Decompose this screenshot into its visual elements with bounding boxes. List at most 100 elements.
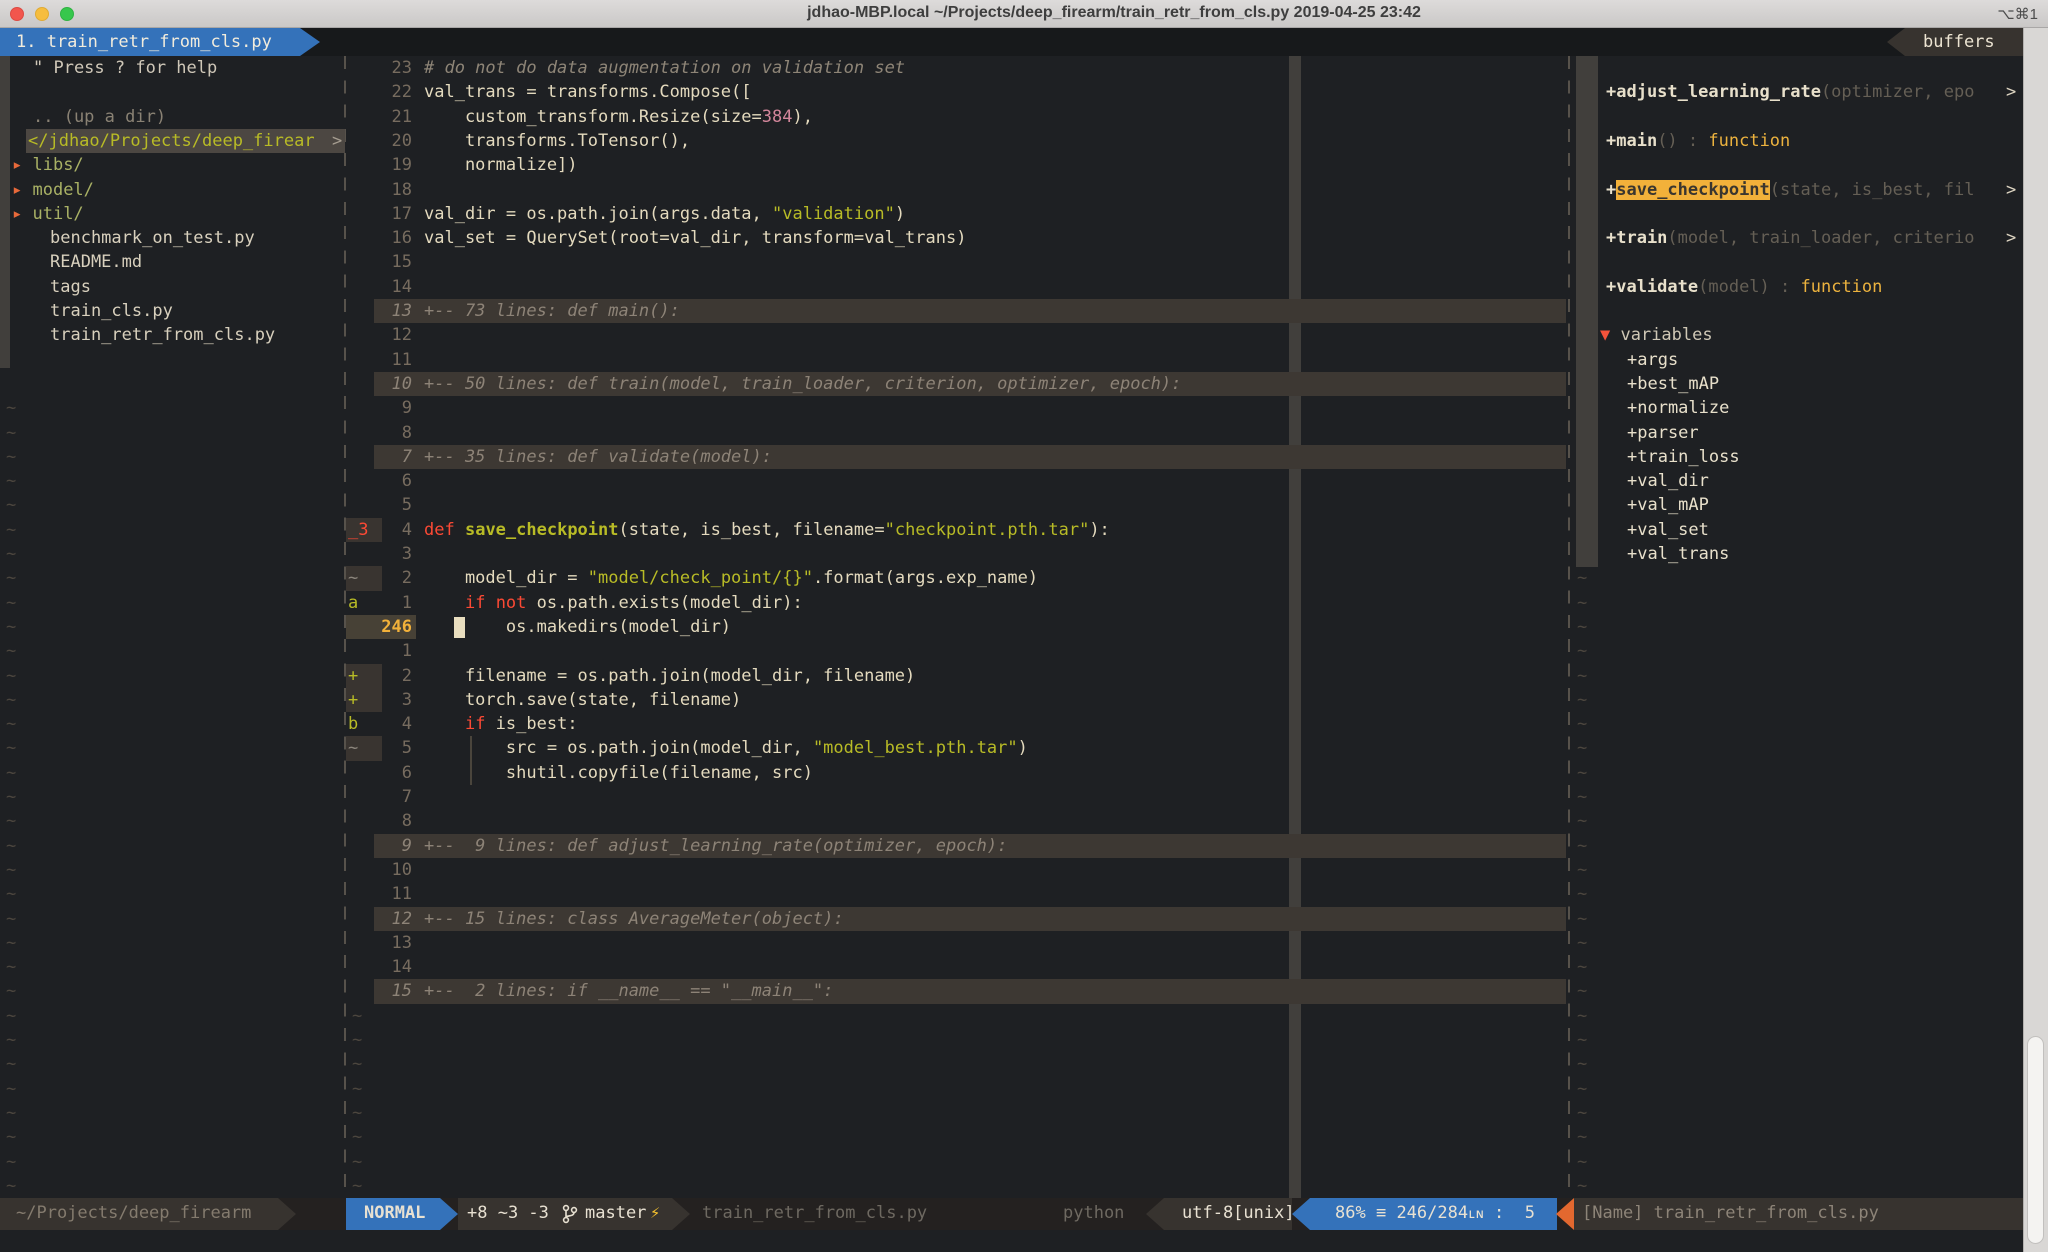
code-token: ) — [1018, 738, 1028, 758]
empty-line-tilde: ~ — [1577, 664, 1587, 688]
tagbar-tag-save_checkpoint[interactable]: +save_checkpoint(state, is_best, fil — [1606, 178, 1974, 202]
nerdtree-dir-util[interactable]: ▸ util/ — [12, 202, 84, 226]
code-token: (state, is_best, filename= — [619, 520, 885, 540]
window-separator-right[interactable] — [1568, 56, 1570, 1198]
code-token: "validation" — [772, 204, 895, 224]
empty-line-tilde: ~ — [6, 834, 16, 858]
code-line[interactable]: os.makedirs(model_dir) — [424, 615, 731, 639]
tagbar-variable-val_mAP[interactable]: +val_mAP — [1627, 493, 1709, 517]
code-line[interactable]: shutil.copyfile(filename, src) — [424, 761, 813, 785]
empty-line-tilde: ~ — [6, 1028, 16, 1052]
tagbar-variable-val_trans[interactable]: +val_trans — [1627, 542, 1729, 566]
code-line[interactable]: normalize]) — [424, 153, 578, 177]
nerdtree-file-tags[interactable]: tags — [50, 275, 91, 299]
tag-name: +validate — [1606, 277, 1698, 297]
tagbar-tag-validate[interactable]: +validate(model) : function — [1606, 275, 1882, 299]
fold-text[interactable]: +-- 35 lines: def validate(model): — [424, 445, 772, 469]
code-line[interactable]: val_set = QuerySet(root=val_dir, transfo… — [424, 226, 966, 250]
relative-line-number: 22 — [346, 80, 412, 104]
code-line[interactable]: filename = os.path.join(model_dir, filen… — [424, 664, 915, 688]
powerline-arrow-icon — [1146, 1198, 1164, 1230]
code-line[interactable]: val_trans = transforms.Compose([ — [424, 80, 752, 104]
nerdtree-file-benchmark_on_test.py[interactable]: benchmark_on_test.py — [50, 226, 255, 250]
tagbar-variable-best_mAP[interactable]: +best_mAP — [1627, 372, 1719, 396]
tagbar-variable-args[interactable]: +args — [1627, 348, 1678, 372]
empty-line-tilde: ~ — [6, 493, 16, 517]
nerdtree-file-train_cls.py[interactable]: train_cls.py — [50, 299, 173, 323]
empty-line-tilde: ~ — [1577, 1125, 1587, 1149]
relative-line-number: 3 — [346, 542, 412, 566]
code-line[interactable]: torch.save(state, filename) — [424, 688, 741, 712]
fold-line-number: 7 — [346, 445, 412, 469]
statusline-cwd: ~/Projects/deep_firearm — [16, 1201, 251, 1225]
empty-line-tilde: ~ — [6, 542, 16, 566]
fold-text[interactable]: +-- 9 lines: def adjust_learning_rate(op… — [424, 834, 1007, 858]
mode-indicator: NORMAL — [364, 1201, 425, 1225]
code-line[interactable]: def save_checkpoint(state, is_best, file… — [424, 518, 1110, 542]
empty-line-tilde: ~ — [6, 858, 16, 882]
code-line[interactable]: custom_transform.Resize(size=384), — [424, 105, 813, 129]
relative-line-number: 12 — [346, 323, 412, 347]
tagbar-tag-main[interactable]: +main() : function — [1606, 129, 1790, 153]
tagbar-variable-val_dir[interactable]: +val_dir — [1627, 469, 1709, 493]
tagbar-variable-train_loss[interactable]: +train_loss — [1627, 445, 1740, 469]
code-token: os.makedirs(model_dir) — [424, 617, 731, 637]
relative-line-number: 18 — [346, 178, 412, 202]
tagbar-variable-val_set[interactable]: +val_set — [1627, 518, 1709, 542]
fold-text[interactable]: +-- 73 lines: def main(): — [424, 299, 680, 323]
line-count-icon: ≡ — [1376, 1203, 1396, 1223]
empty-line-tilde: ~ — [6, 1077, 16, 1101]
nerdtree-up-dir[interactable]: .. (up a dir) — [33, 105, 166, 129]
code-line[interactable]: if is_best: — [424, 712, 578, 736]
nerdtree-dir-model[interactable]: ▸ model/ — [12, 178, 94, 202]
tab-label: 1. train_retr_from_cls.py — [16, 30, 272, 54]
empty-line-tilde: ~ — [1577, 712, 1587, 736]
code-token: if — [465, 593, 485, 613]
tagbar-scrollbar-thumb[interactable] — [1576, 56, 1598, 567]
macos-scrollbar-thumb[interactable] — [2027, 1036, 2044, 1244]
code-line[interactable]: transforms.ToTensor(), — [424, 129, 690, 153]
code-line[interactable]: # do not do data augmentation on validat… — [424, 56, 905, 80]
fold-text[interactable]: +-- 2 lines: if __name__ == "__main__": — [424, 979, 833, 1003]
fold-line-number: 15 — [346, 979, 412, 1003]
empty-line-tilde: ~ — [6, 1101, 16, 1125]
encoding-indicator: utf-8[unix] — [1182, 1201, 1295, 1225]
code-token: # do not do data augmentation on validat… — [424, 58, 905, 78]
empty-line-tilde: ~ — [6, 1125, 16, 1149]
empty-line-tilde: ~ — [1577, 591, 1587, 615]
code-line[interactable]: val_dir = os.path.join(args.data, "valid… — [424, 202, 905, 226]
fold-text[interactable]: +-- 15 lines: class AverageMeter(object)… — [424, 907, 844, 931]
nerdtree-file-README.md[interactable]: README.md — [50, 250, 142, 274]
empty-line-tilde: ~ — [1577, 955, 1587, 979]
tagbar-scope-variables[interactable]: ▼ variables — [1600, 323, 1713, 347]
code-line[interactable]: model_dir = "model/check_point/{}".forma… — [424, 566, 1038, 590]
nerdtree-help-line: " Press ? for help — [33, 56, 217, 80]
empty-line-tilde: ~ — [6, 809, 16, 833]
code-line[interactable]: src = os.path.join(model_dir, "model_bes… — [424, 736, 1028, 760]
code-token — [424, 593, 465, 613]
code-line[interactable]: if not os.path.exists(model_dir): — [424, 591, 803, 615]
fold-text[interactable]: +-- 50 lines: def train(model, train_loa… — [424, 372, 1181, 396]
tab-train-retr-from-cls[interactable]: 1. train_retr_from_cls.py — [0, 28, 300, 56]
tagbar-variable-parser[interactable]: +parser — [1627, 421, 1699, 445]
tagbar-tag-adjust_learning_rate[interactable]: +adjust_learning_rate(optimizer, epo — [1606, 80, 1974, 104]
empty-line-tilde: ~ — [1577, 639, 1587, 663]
empty-line-tilde: ~ — [6, 664, 16, 688]
empty-line-tilde: ~ — [352, 1028, 362, 1052]
empty-line-tilde: ~ — [352, 1077, 362, 1101]
empty-line-tilde: ~ — [6, 761, 16, 785]
statusline-filename: train_retr_from_cls.py — [702, 1201, 927, 1225]
macos-scrollbar[interactable] — [2023, 28, 2048, 1252]
nerdtree-file-train_retr_from_cls.py[interactable]: train_retr_from_cls.py — [50, 323, 275, 347]
relative-line-number: 13 — [346, 931, 412, 955]
code-token: normalize]) — [424, 155, 578, 175]
nerdtree-scrollbar-thumb[interactable] — [0, 56, 10, 368]
code-window-scroll-strip[interactable] — [1289, 56, 1301, 1198]
nerdtree-root-path[interactable]: </jdhao/Projects/deep_firear — [28, 129, 315, 153]
command-line — [0, 1230, 2048, 1252]
column-position: : 5 — [1484, 1203, 1535, 1223]
nerdtree-dir-libs[interactable]: ▸ libs/ — [12, 153, 84, 177]
tagbar-tag-train[interactable]: +train(model, train_loader, criterio — [1606, 226, 1974, 250]
relative-line-number: 8 — [346, 809, 412, 833]
tagbar-variable-normalize[interactable]: +normalize — [1627, 396, 1729, 420]
